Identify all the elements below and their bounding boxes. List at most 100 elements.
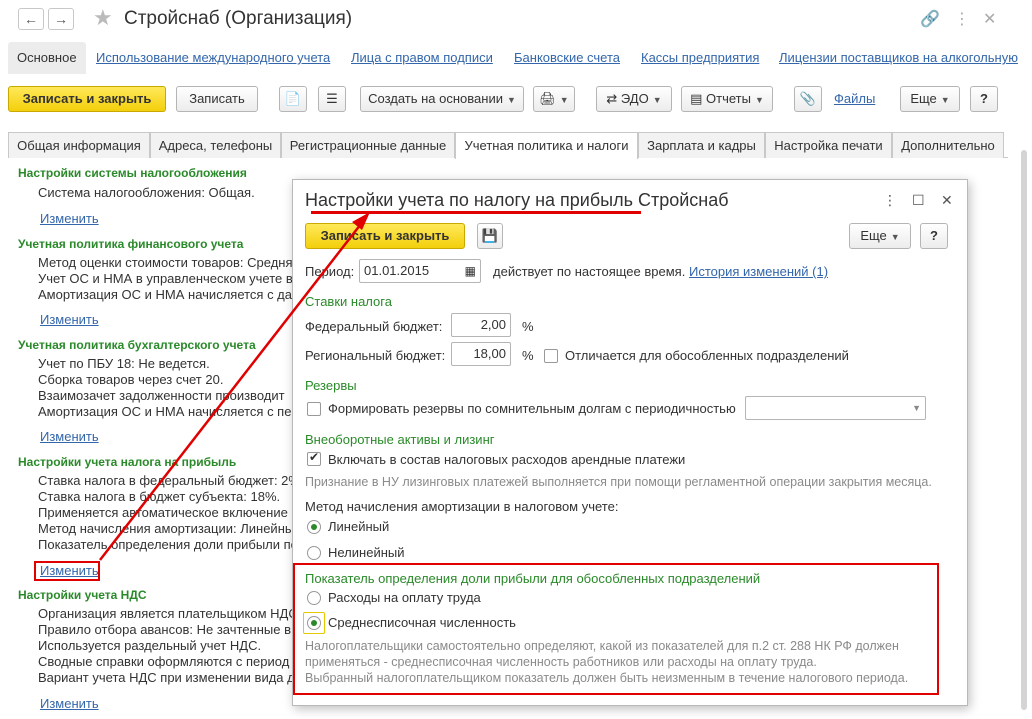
scrollbar[interactable]: [1021, 150, 1027, 710]
period-label: Период:: [305, 264, 355, 279]
reports-label: Отчеты: [706, 91, 751, 106]
period-input[interactable]: 01.01.2015 ▦: [359, 259, 481, 283]
more-button[interactable]: Еще ▼: [900, 86, 960, 112]
chevron-down-icon: ▼: [890, 232, 900, 242]
nav-main[interactable]: Основное: [8, 42, 86, 74]
close-icon[interactable]: ✕: [941, 192, 953, 209]
paperclip-icon[interactable]: 📎: [794, 86, 822, 112]
reserves-section-title: Резервы: [305, 378, 357, 393]
chevron-down-icon: ▼: [912, 403, 921, 413]
assets-section-title: Внеоборотные активы и лизинг: [305, 432, 495, 447]
rates-section-title: Ставки налога: [305, 294, 392, 309]
section-line: Используется раздельный учет НДС.: [38, 638, 262, 653]
nav-cash-desks[interactable]: Кассы предприятия: [641, 42, 759, 74]
print-icon[interactable]: 🖨 ▼: [533, 86, 575, 112]
change-link-financial[interactable]: Изменить: [40, 312, 99, 327]
back-button[interactable]: ←: [18, 8, 44, 30]
chevron-down-icon: ▼: [506, 95, 516, 105]
dialog-more-button[interactable]: Еще ▼: [849, 223, 911, 249]
nonlinear-radio[interactable]: [307, 546, 321, 560]
star-icon[interactable]: ★: [93, 5, 113, 31]
change-link-vat[interactable]: Изменить: [40, 696, 99, 711]
section-tax-system: Настройки системы налогообложения: [18, 166, 247, 180]
regional-rate-input[interactable]: 18,00: [451, 342, 511, 366]
tab-addresses[interactable]: Адреса, телефоны: [150, 132, 281, 158]
period-value: 01.01.2015: [364, 263, 430, 278]
create-based-button[interactable]: Создать на основании ▼: [360, 86, 524, 112]
change-link-tax-system[interactable]: Изменить: [40, 211, 99, 226]
more-label: Еще: [910, 91, 937, 106]
regional-label: Региональный бюджет:: [305, 348, 446, 363]
nav-bank-accounts[interactable]: Банковские счета: [514, 42, 620, 74]
forward-button[interactable]: →: [48, 8, 74, 30]
close-icon[interactable]: ✕: [983, 12, 996, 28]
reserves-checkbox[interactable]: [307, 402, 321, 416]
tab-additional[interactable]: Дополнительно: [892, 132, 1004, 158]
menu-dots-icon[interactable]: ⋮: [954, 12, 970, 28]
section-line: Организация является плательщиком НДС: [38, 606, 298, 621]
section-line: Сборка товаров через счет 20.: [38, 372, 224, 387]
section-line: Применяется автоматическое включение н: [38, 505, 299, 520]
percent-label: %: [522, 319, 534, 334]
calendar-icon[interactable]: ▦: [465, 260, 476, 282]
change-link-accounting[interactable]: Изменить: [40, 429, 99, 444]
chevron-down-icon: ▼: [940, 95, 950, 105]
section-financial-policy: Учетная политика финансового учета: [18, 237, 244, 251]
period-status: действует по настоящее время.: [493, 264, 686, 279]
files-link[interactable]: Файлы: [834, 91, 875, 106]
section-line: Сводные справки оформляются с период: [38, 654, 290, 669]
labor-costs-label: Расходы на оплату труда: [328, 590, 481, 605]
save-close-button[interactable]: Записать и закрыть: [8, 86, 166, 112]
section-nav: Основное Использование международного уч…: [0, 42, 1032, 74]
nav-licenses[interactable]: Лицензии поставщиков на алкогольную: [779, 42, 1018, 74]
federal-rate-input[interactable]: 2,00: [451, 313, 511, 337]
federal-label: Федеральный бюджет:: [305, 319, 443, 334]
main-toolbar: Записать и закрыть Записать 📄 ☰ Создать …: [0, 86, 1032, 116]
reserves-period-select[interactable]: ▼: [745, 396, 926, 420]
labor-costs-radio[interactable]: [307, 591, 321, 605]
tab-print-settings[interactable]: Настройка печати: [765, 132, 892, 158]
tab-accounting-policy[interactable]: Учетная политика и налоги: [455, 132, 638, 159]
tab-general[interactable]: Общая информация: [8, 132, 150, 158]
help-button[interactable]: ?: [970, 86, 998, 112]
section-line: Система налогообложения: Общая.: [38, 185, 255, 200]
nav-intl-accounting[interactable]: Использование международного учета: [96, 42, 330, 74]
avg-headcount-radio[interactable]: [307, 616, 321, 630]
dialog-save-close-button[interactable]: Записать и закрыть: [305, 223, 465, 249]
tab-salary[interactable]: Зарплата и кадры: [638, 132, 765, 158]
lease-checkbox[interactable]: [307, 450, 321, 466]
section-line: Амортизация ОС и НМА начисляется с да: [38, 287, 293, 302]
title-underline: [311, 211, 641, 214]
reports-button[interactable]: ▤ Отчеты ▼: [681, 86, 773, 112]
section-vat: Настройки учета НДС: [18, 588, 147, 602]
dialog-more-label: Еще: [860, 228, 887, 243]
section-line: Правило отбора авансов: Не зачтенные в: [38, 622, 291, 637]
save-button[interactable]: Записать: [176, 86, 258, 112]
edo-label: ЭДО: [620, 91, 649, 106]
share-hint-line: применяться - среднесписочная численност…: [305, 655, 817, 669]
avg-headcount-label: Среднесписочная численность: [328, 615, 516, 630]
list-icon[interactable]: ☰: [318, 86, 346, 112]
method-label: Метод начисления амортизации в налоговом…: [305, 499, 619, 514]
menu-dots-icon[interactable]: ⋮: [883, 192, 897, 209]
reports-icon: ▤: [690, 91, 707, 106]
maximize-icon[interactable]: ☐: [912, 192, 925, 209]
section-profit-tax: Настройки учета налога на прибыль: [18, 455, 237, 469]
create-based-label: Создать на основании: [368, 91, 503, 106]
dialog-help-button[interactable]: ?: [920, 223, 948, 249]
profit-tax-settings-dialog: Настройки учета по налогу на прибыль Стр…: [292, 179, 968, 706]
linear-radio[interactable]: [307, 520, 321, 534]
document-icon[interactable]: 📄: [279, 86, 307, 112]
edo-button[interactable]: ⇄ ЭДО ▼: [596, 86, 672, 112]
floppy-icon[interactable]: 💾: [477, 223, 503, 249]
nav-signatories[interactable]: Лица с правом подписи: [351, 42, 493, 74]
link-icon[interactable]: 🔗: [920, 12, 940, 28]
section-line: Ставка налога в федеральный бюджет: 2%: [38, 473, 300, 488]
leasing-hint: Признание в НУ лизинговых платежей выпол…: [305, 475, 932, 489]
section-line: Учет по ПБУ 18: Не ведется.: [38, 356, 210, 371]
differs-checkbox[interactable]: [544, 349, 558, 363]
lease-label: Включать в состав налоговых расходов аре…: [328, 452, 686, 467]
history-link[interactable]: История изменений (1): [689, 264, 828, 279]
section-line: Показатель определения доли прибыли по: [38, 537, 298, 552]
tab-registration[interactable]: Регистрационные данные: [281, 132, 455, 158]
